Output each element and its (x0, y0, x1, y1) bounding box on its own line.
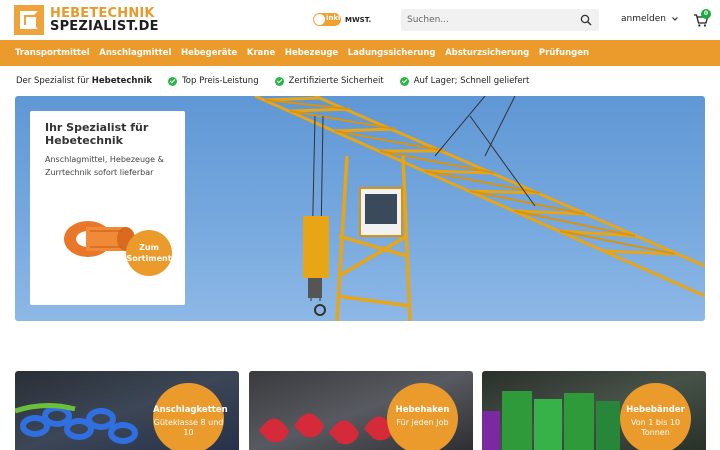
category-badge[interactable]: Hebebänder Von 1 bis 10 Tonnen (620, 383, 691, 450)
nav-item-ladungssicherung[interactable]: Ladungssicherung (348, 48, 436, 58)
usp-item: Auf Lager; Schnell geliefert (399, 76, 530, 86)
vat-label: MWST. (345, 15, 372, 24)
usp-item-label: Auf Lager; Schnell geliefert (413, 76, 530, 86)
usp-item-label: Zertifizierte Sicherheit (288, 76, 384, 86)
check-icon (168, 76, 178, 86)
usp-intro-bold: Hebetechnik (91, 76, 153, 86)
nav-item-pruefungen[interactable]: Prüfungen (539, 48, 589, 58)
site-header: HEBETECHNIK SPEZIALIST.DE inkl. MWST. an… (0, 0, 720, 40)
usp-item: Top Preis-Leistung (168, 76, 259, 86)
search-icon[interactable] (580, 14, 592, 26)
usp-item: Zertifizierte Sicherheit (274, 76, 384, 86)
check-icon (274, 76, 284, 86)
usp-bar: Der Spezialist für Hebetechnik Top Preis… (0, 66, 720, 96)
nav-item-hebezeuge[interactable]: Hebezeuge (285, 48, 338, 58)
category-tile-anschlagketten[interactable]: Anschlagketten Güteklasse 8 und 10 (15, 371, 239, 450)
category-title: Hebebänder (626, 405, 685, 415)
login-label: anmelden (621, 14, 666, 24)
category-subtitle: Güteklasse 8 und 10 (153, 418, 224, 437)
category-subtitle: Von 1 bis 10 Tonnen (630, 418, 681, 437)
hero-card: Ihr Spezialist für Hebetechnik Anschlagm… (30, 111, 185, 305)
check-icon (399, 76, 409, 86)
usp-intro: Der Spezialist für Hebetechnik (16, 76, 152, 86)
chevron-down-icon (672, 17, 678, 21)
usp-intro-prefix: Der Spezialist für (16, 76, 92, 86)
vat-toggle[interactable]: inkl. MWST. (313, 13, 371, 26)
main-navigation: Transportmittel Anschlagmittel Hebegerät… (0, 40, 720, 66)
logo-line-2: SPEZIALIST.DE (50, 19, 159, 34)
category-tile-hebebaender[interactable]: Hebebänder Von 1 bis 10 Tonnen (482, 371, 706, 450)
cart-count-badge: 0 (701, 9, 711, 19)
usp-item-label: Top Preis-Leistung (182, 76, 259, 86)
category-tile-hebehaken[interactable]: Hebehaken Für jeden Job (249, 371, 473, 450)
nav-item-hebegeraete[interactable]: Hebegeräte (181, 48, 237, 58)
category-badge[interactable]: Hebehaken Für jeden Job (387, 383, 458, 450)
site-logo[interactable]: HEBETECHNIK SPEZIALIST.DE (14, 5, 159, 35)
category-subtitle: Für jeden Job (396, 418, 449, 427)
nav-item-krane[interactable]: Krane (247, 48, 275, 58)
nav-item-anschlagmittel[interactable]: Anschlagmittel (99, 48, 171, 58)
logo-mark-icon (14, 5, 44, 35)
nav-item-absturzsicherung[interactable]: Absturzsicherung (445, 48, 529, 58)
hero-text: Anschlagmittel, Hebezeuge & Zurrtechnik … (45, 155, 164, 177)
logo-text: HEBETECHNIK SPEZIALIST.DE (50, 7, 159, 33)
category-title: Anschlagketten (153, 405, 228, 415)
category-badge[interactable]: Anschlagketten Güteklasse 8 und 10 (153, 383, 228, 450)
hero-title: Ihr Spezialist für Hebetechnik (45, 121, 149, 147)
category-title: Hebehaken (395, 405, 450, 415)
search-input[interactable] (407, 12, 567, 28)
shop-now-button[interactable]: Zum Sortiment (126, 230, 172, 276)
login-menu[interactable]: anmelden (621, 14, 679, 24)
search-bar (401, 9, 599, 31)
nav-item-transportmittel[interactable]: Transportmittel (15, 48, 90, 58)
vat-toggle-switch[interactable]: inkl. (313, 13, 344, 26)
vat-toggle-state: inkl. (326, 14, 344, 22)
